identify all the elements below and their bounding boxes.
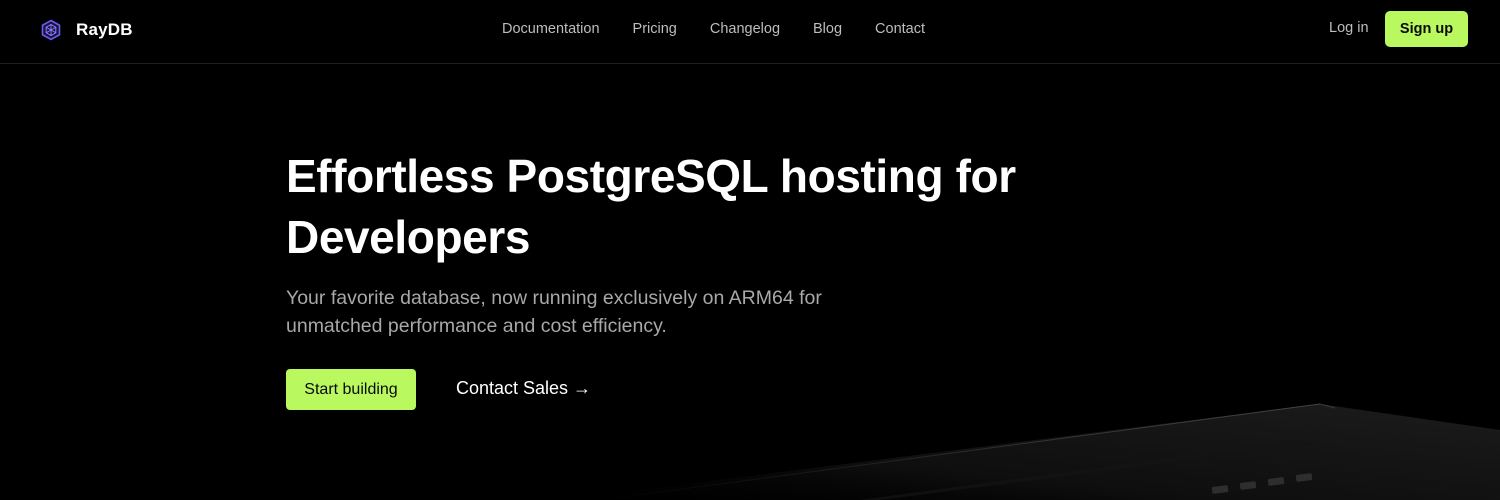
landing-page: RayDB Documentation Pricing Changelog Bl… bbox=[0, 0, 1500, 500]
nav-link-documentation[interactable]: Documentation bbox=[502, 21, 600, 37]
brand-home-link[interactable]: RayDB bbox=[40, 18, 133, 42]
primary-nav-links: Documentation Pricing Changelog Blog Con… bbox=[502, 0, 925, 58]
start-building-button[interactable]: Start building bbox=[286, 369, 416, 410]
hero-subtitle: Your favorite database, now running excl… bbox=[286, 287, 822, 337]
nav-link-changelog[interactable]: Changelog bbox=[710, 21, 780, 37]
hexagon-logo-icon bbox=[40, 19, 62, 41]
login-link[interactable]: Log in bbox=[1329, 20, 1369, 36]
hero-title: Effortless PostgreSQL hosting for Develo… bbox=[286, 150, 1016, 263]
top-navigation: RayDB Documentation Pricing Changelog Bl… bbox=[0, 0, 1500, 64]
nav-link-contact[interactable]: Contact bbox=[875, 21, 925, 37]
contact-sales-link[interactable]: Contact Sales → bbox=[456, 378, 591, 399]
nav-link-pricing[interactable]: Pricing bbox=[633, 21, 677, 37]
nav-link-blog[interactable]: Blog bbox=[813, 21, 842, 37]
dashboard-preview-image bbox=[560, 400, 1500, 500]
signup-button[interactable]: Sign up bbox=[1385, 11, 1468, 47]
brand-name: RayDB bbox=[76, 20, 133, 39]
